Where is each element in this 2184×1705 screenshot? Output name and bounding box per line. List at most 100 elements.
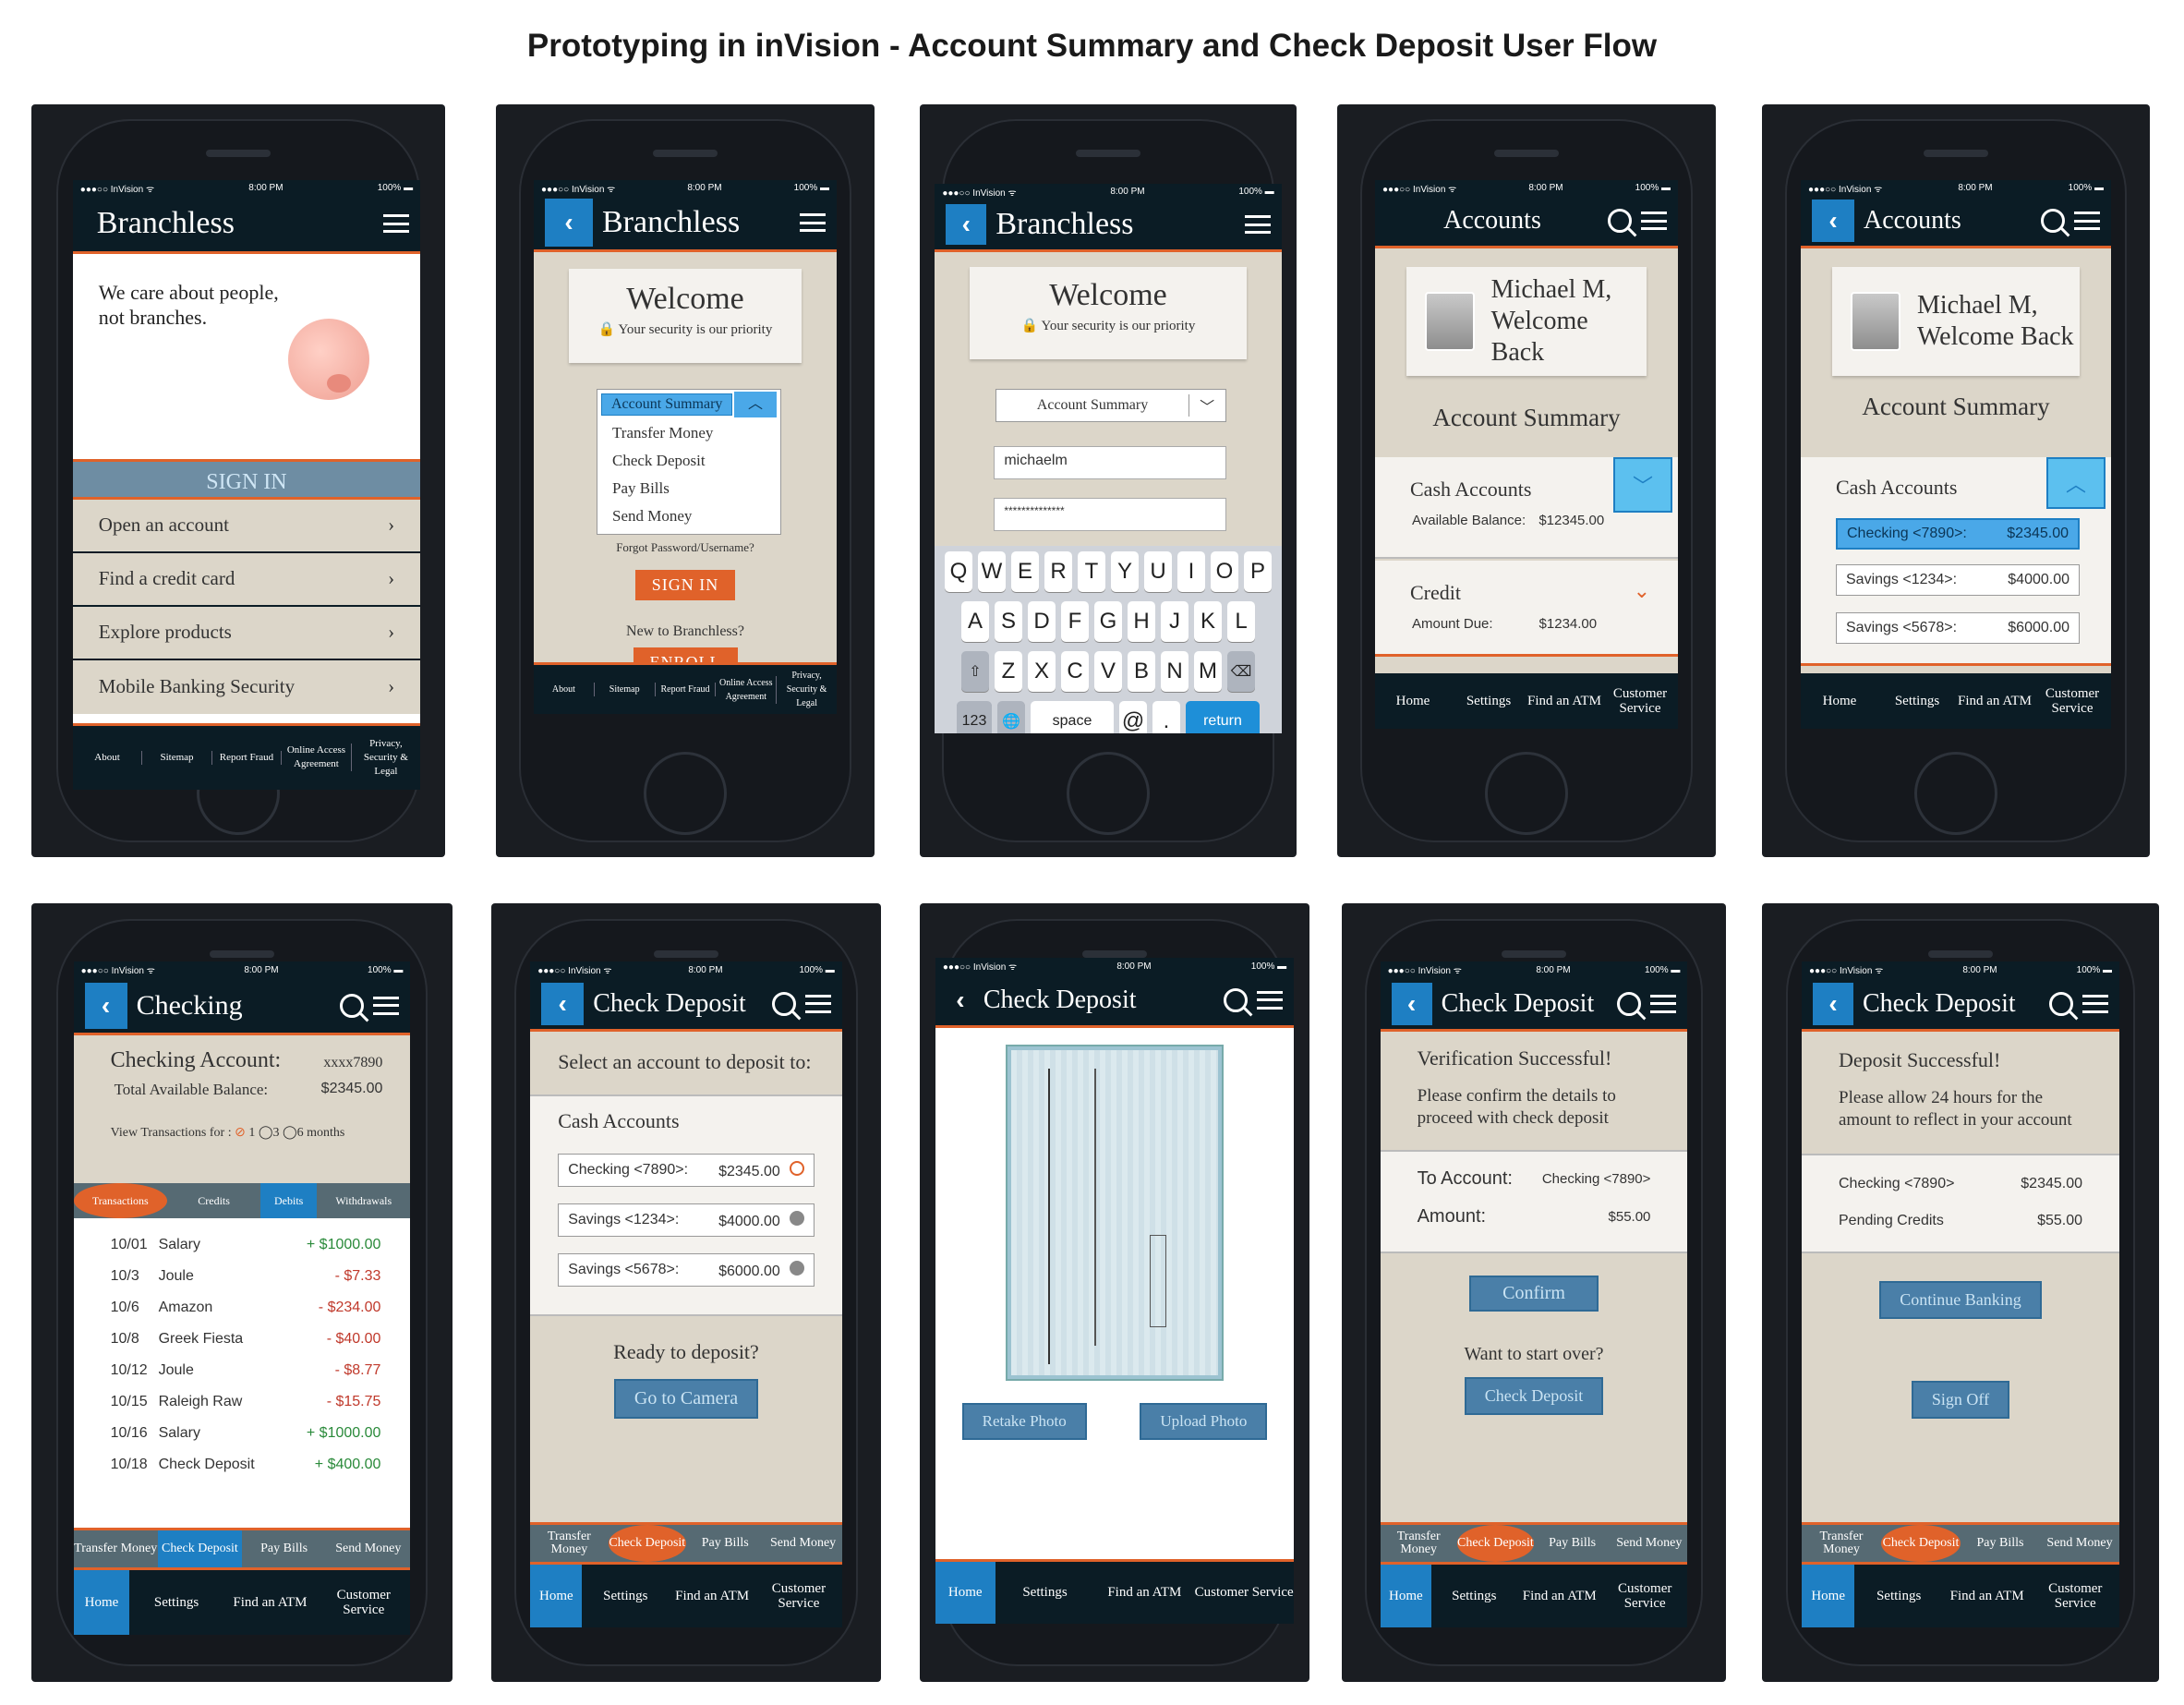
filter-debits[interactable]: Debits xyxy=(260,1183,318,1219)
hamburger-menu-icon[interactable] xyxy=(1641,212,1667,230)
dropdown-selected[interactable]: Account Summary xyxy=(601,393,733,416)
tab-customer-service[interactable]: Customer Service xyxy=(317,1570,410,1635)
account-select[interactable]: Account Summary ﹀ xyxy=(995,388,1226,422)
tab-find-atm[interactable]: Find an ATM xyxy=(1956,673,2033,729)
footer-online-access[interactable]: Online Access Agreement xyxy=(282,744,352,772)
retake-photo-button[interactable]: Retake Photo xyxy=(961,1403,1087,1440)
subtab-pay-bills[interactable]: Pay Bills xyxy=(1534,1525,1611,1562)
tab-find-atm[interactable]: Find an ATM xyxy=(223,1570,317,1635)
subtab-pay-bills[interactable]: Pay Bills xyxy=(242,1530,326,1567)
tab-customer-service[interactable]: Customer Service xyxy=(1602,673,1678,729)
tab-home[interactable]: Home xyxy=(1380,1565,1432,1627)
keyboard-key[interactable]: M xyxy=(1194,650,1222,692)
subtab-send-money[interactable]: Send Money xyxy=(1611,1525,1687,1562)
footer-about[interactable]: About xyxy=(73,750,143,765)
enroll-button[interactable]: ENROLL xyxy=(633,647,738,663)
subtab-transfer-money[interactable]: Transfer Money xyxy=(74,1530,158,1567)
chevron-down-icon[interactable]: ﹀ xyxy=(1613,456,1672,513)
keyboard-key[interactable]: I xyxy=(1177,550,1205,592)
subtab-check-deposit[interactable]: Check Deposit xyxy=(157,1530,242,1568)
dropdown-option[interactable]: Pay Bills xyxy=(612,475,780,502)
transaction-row[interactable]: 10/12 Joule - $8.77 xyxy=(111,1355,381,1386)
transaction-row[interactable]: 10/18 Check Deposit + $400.00 xyxy=(111,1449,381,1481)
search-icon[interactable] xyxy=(771,991,796,1016)
footer-report-fraud[interactable]: Report Fraud xyxy=(212,750,283,765)
account-row-savings-1234[interactable]: Savings <1234>: $4000.00 xyxy=(1836,563,2080,596)
subtab-check-deposit[interactable]: Check Deposit xyxy=(1881,1525,1961,1562)
back-button[interactable]: ‹ xyxy=(1812,200,1854,242)
home-button[interactable] xyxy=(1067,751,1150,835)
signin-button[interactable]: SIGN IN xyxy=(634,569,736,600)
subtab-check-deposit[interactable]: Check Deposit xyxy=(1456,1525,1534,1562)
footer-sitemap[interactable]: Sitemap xyxy=(595,683,656,697)
tab-home[interactable]: Home xyxy=(1375,673,1451,729)
account-row-savings-5678[interactable]: Savings <5678>: $6000.00 xyxy=(558,1253,814,1288)
numbers-key[interactable]: 123 xyxy=(957,700,992,733)
delete-key-icon[interactable]: ⌫ xyxy=(1227,650,1255,692)
keyboard-key[interactable]: Q xyxy=(945,550,972,592)
keyboard-key[interactable]: Y xyxy=(1111,550,1139,592)
subtab-pay-bills[interactable]: Pay Bills xyxy=(1961,1525,2040,1562)
tab-settings[interactable]: Settings xyxy=(1431,1565,1516,1627)
tab-find-atm[interactable]: Find an ATM xyxy=(1094,1562,1194,1624)
cash-accounts-label[interactable]: Cash Accounts xyxy=(1410,478,1531,502)
keyboard-key[interactable]: G xyxy=(1094,600,1122,642)
hamburger-menu-icon[interactable] xyxy=(1244,215,1271,235)
keyboard-key[interactable]: V xyxy=(1094,650,1122,692)
upload-photo-button[interactable]: Upload Photo xyxy=(1140,1403,1268,1440)
dropdown-option[interactable]: Send Money xyxy=(612,502,780,530)
filter-withdrawals[interactable]: Withdrawals xyxy=(317,1183,410,1218)
back-button[interactable]: ‹ xyxy=(541,982,585,1025)
keyboard-key[interactable]: P xyxy=(1244,550,1272,592)
keyboard-key[interactable]: F xyxy=(1061,600,1089,642)
keyboard-key[interactable]: B xyxy=(1128,650,1155,692)
tab-settings[interactable]: Settings xyxy=(1451,673,1526,729)
back-button[interactable]: ‹ xyxy=(545,199,593,247)
keyboard-key[interactable]: L xyxy=(1227,600,1255,642)
password-field[interactable]: ************** xyxy=(994,497,1226,531)
tab-customer-service[interactable]: Customer Service xyxy=(2033,673,2111,729)
tab-home[interactable]: Home xyxy=(1801,673,1878,729)
transaction-row[interactable]: 10/3 Joule - $7.33 xyxy=(111,1261,381,1292)
footer-privacy[interactable]: Privacy, Security & Legal xyxy=(352,737,420,779)
menu-item-open-account[interactable]: Open an account › xyxy=(72,500,421,553)
tab-home[interactable]: Home xyxy=(935,1561,995,1624)
on-screen-keyboard[interactable]: QWERTYUIOP ASDFGHJKL ⇧ Z X C V B N M ⌫ 123 🌐 spa… xyxy=(935,545,1282,733)
transaction-row[interactable]: 10/8 Greek Fiesta - $40.00 xyxy=(111,1324,381,1355)
tab-find-atm[interactable]: Find an ATM xyxy=(669,1565,755,1627)
back-button[interactable]: ‹ xyxy=(947,976,974,1024)
hamburger-menu-icon[interactable] xyxy=(373,996,400,1015)
subtab-transfer-money[interactable]: Transfer Money xyxy=(1381,1525,1457,1562)
keyboard-key[interactable]: Z xyxy=(995,650,1022,692)
home-button[interactable] xyxy=(1914,751,1997,835)
tab-home[interactable]: Home xyxy=(530,1565,583,1627)
tab-home[interactable]: Home xyxy=(1802,1565,1855,1627)
back-button[interactable]: ‹ xyxy=(1391,982,1432,1025)
space-key[interactable]: space xyxy=(1031,700,1114,733)
filter-credits[interactable]: Credits xyxy=(167,1183,260,1218)
confirm-button[interactable]: Confirm xyxy=(1469,1276,1599,1312)
keyboard-key[interactable]: E xyxy=(1011,550,1039,592)
back-button[interactable]: ‹ xyxy=(946,204,987,246)
footer-sitemap[interactable]: Sitemap xyxy=(142,750,212,765)
tab-settings[interactable]: Settings xyxy=(582,1565,669,1627)
chevron-up-icon[interactable]: ︿ xyxy=(734,391,777,417)
keyboard-key[interactable]: K xyxy=(1194,600,1222,642)
tab-find-atm[interactable]: Find an ATM xyxy=(1943,1565,2032,1627)
hamburger-menu-icon[interactable] xyxy=(1650,994,1677,1013)
search-icon[interactable] xyxy=(1617,991,1642,1016)
footer-about[interactable]: About xyxy=(534,683,595,697)
tab-home[interactable]: Home xyxy=(73,1570,130,1636)
return-key[interactable]: return xyxy=(1186,700,1260,733)
dropdown-option[interactable]: Check Deposit xyxy=(612,447,780,475)
username-field[interactable]: michaelm xyxy=(994,445,1226,479)
footer-privacy[interactable]: Privacy, Security & Legal xyxy=(777,669,837,710)
radio-icon[interactable] xyxy=(789,1210,804,1226)
menu-item-explore-products[interactable]: Explore products › xyxy=(72,607,421,660)
keyboard-key[interactable]: X xyxy=(1028,650,1056,692)
tab-settings[interactable]: Settings xyxy=(129,1570,223,1635)
search-icon[interactable] xyxy=(2041,209,2065,233)
tab-customer-service[interactable]: Customer Service xyxy=(1194,1562,1294,1624)
radio-selected-icon[interactable] xyxy=(789,1160,804,1176)
keyboard-key[interactable]: R xyxy=(1044,550,1072,592)
